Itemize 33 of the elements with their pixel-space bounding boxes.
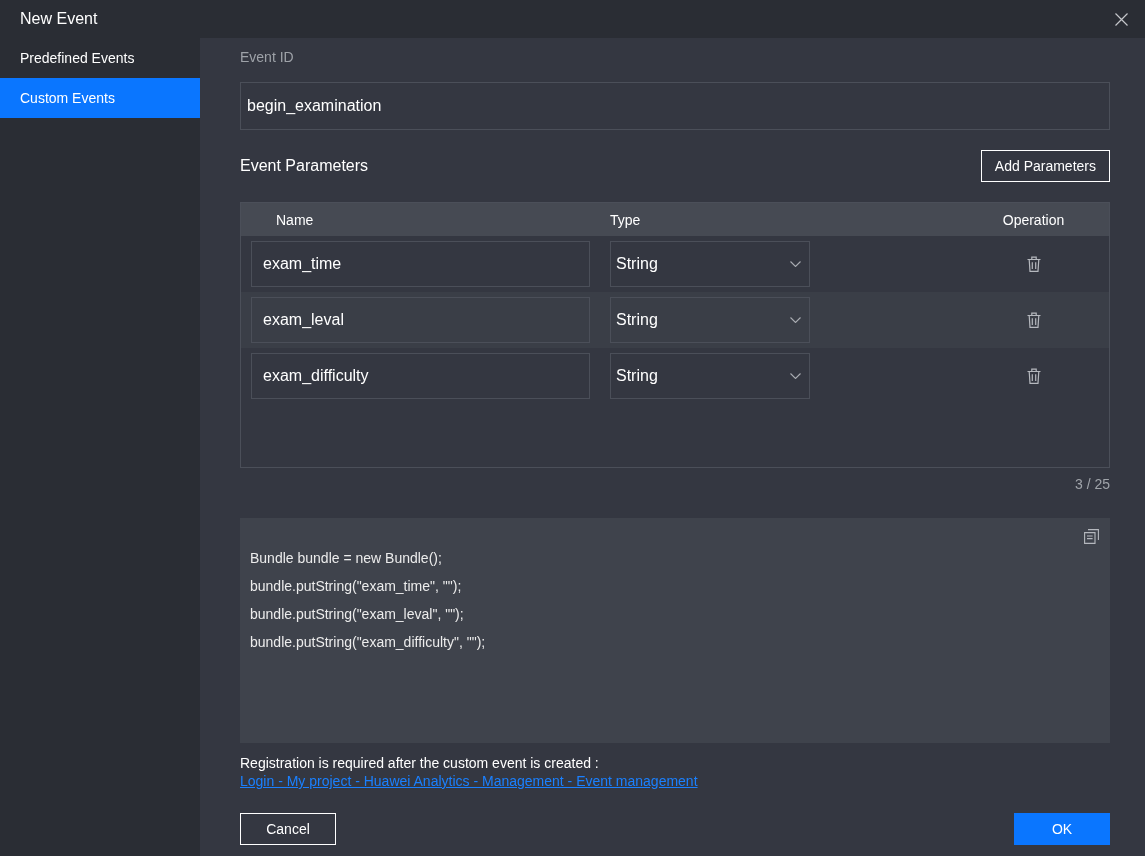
add-parameters-button[interactable]: Add Parameters (980, 150, 1110, 182)
code-line: bundle.putString("exam_leval", ""); (250, 605, 464, 624)
column-header: Type (610, 211, 641, 228)
name-input[interactable]: exam_difficulty (251, 353, 590, 399)
chevron-down-icon (790, 261, 801, 267)
chevron-down-icon (790, 317, 801, 323)
trash-icon[interactable] (1026, 256, 1041, 272)
trash-icon[interactable] (1026, 312, 1041, 328)
copy-icon[interactable] (1084, 529, 1099, 544)
sidebar-item[interactable]: Custom Events (0, 78, 200, 118)
section-title: Event Parameters (240, 156, 369, 176)
column-header: Operation (1002, 211, 1065, 228)
event-id-input[interactable]: begin_examination (240, 82, 1110, 130)
ok-button[interactable]: OK (1014, 813, 1110, 845)
name-input[interactable]: exam_leval (251, 297, 590, 343)
close-button[interactable] (1115, 12, 1128, 26)
close-icon (1115, 12, 1128, 26)
column-header: Name (276, 211, 314, 228)
note-text: Registration is required after the custom event is created : (240, 754, 599, 772)
field-label: Event ID (240, 48, 294, 66)
type-select[interactable]: String (610, 241, 810, 287)
parameter-count: 3 / 25 (1074, 476, 1110, 492)
trash-icon[interactable] (1026, 368, 1041, 384)
code-line: Bundle bundle = new Bundle(); (250, 549, 442, 568)
code-line: bundle.putString("exam_difficulty", ""); (250, 633, 486, 652)
name-input[interactable]: exam_time (251, 241, 590, 287)
type-select[interactable]: String (610, 353, 810, 399)
sidebar-item[interactable]: Predefined Events (0, 38, 200, 78)
type-select[interactable]: String (610, 297, 810, 343)
code-line: bundle.putString("exam_time", ""); (250, 577, 462, 596)
chevron-down-icon (790, 373, 801, 379)
dialog-title: New Event (20, 9, 98, 29)
cancel-button[interactable]: Cancel (240, 813, 336, 845)
